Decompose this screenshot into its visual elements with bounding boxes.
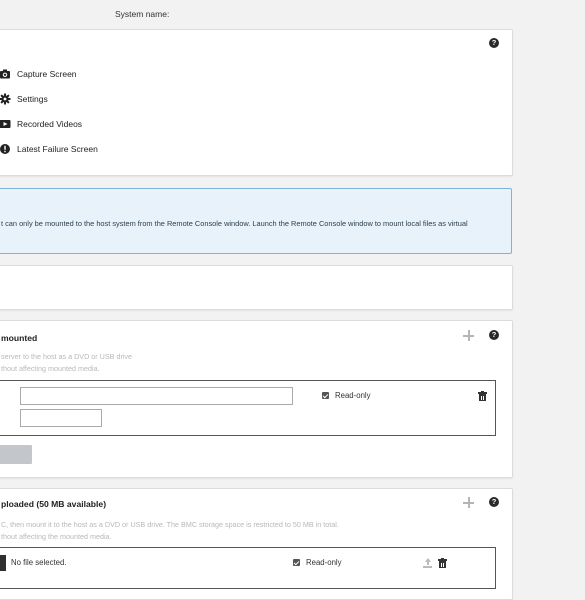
recorded-videos-label: Recorded Videos [17, 119, 83, 129]
mounted-panel-description-line1: server to the host as a DVD or USB drive [1, 352, 133, 361]
media-url-input[interactable] [20, 387, 293, 405]
help-icon[interactable]: ? [489, 330, 499, 340]
add-icon[interactable] [463, 497, 474, 508]
mounted-panel-title: mounted [1, 333, 38, 343]
media-secondary-input[interactable] [20, 409, 102, 427]
upload-icon[interactable] [423, 558, 432, 568]
file-status-text: No file selected. [11, 558, 67, 567]
mounted-panel-description-line2: thout affecting mounted media. [1, 364, 100, 373]
uploaded-panel-description-line2: thout affecting the mounted media. [1, 532, 112, 541]
latest-failure-screen-action[interactable]: Latest Failure Screen [0, 142, 98, 156]
choose-file-button[interactable] [0, 555, 6, 571]
gear-icon [0, 93, 11, 105]
info-message-box: t can only be mounted to the host system… [0, 188, 512, 254]
uploaded-panel-title: ploaded (50 MB available) [1, 499, 107, 509]
alert-icon [0, 143, 11, 155]
empty-panel [0, 265, 513, 310]
capture-screen-action[interactable]: Capture Screen [0, 67, 77, 81]
media-row: Read-only [0, 380, 496, 436]
trash-icon[interactable] [478, 391, 487, 401]
settings-action[interactable]: Settings [0, 92, 48, 106]
add-icon[interactable] [463, 330, 474, 341]
help-icon[interactable]: ? [489, 38, 499, 48]
video-icon [0, 118, 11, 130]
upload-row: No file selected. Read-only [0, 547, 496, 589]
latest-failure-screen-label: Latest Failure Screen [17, 144, 98, 154]
uploaded-panel-description-line1: C, then mount it to the host as a DVD or… [1, 520, 339, 529]
help-icon[interactable]: ? [489, 497, 499, 507]
mount-button[interactable] [0, 445, 32, 464]
settings-label: Settings [17, 94, 48, 104]
remote-control-actions-panel: ? Capture Screen Settings Recorded Video… [0, 29, 513, 176]
readonly-label: Read-only [306, 558, 342, 567]
readonly-checkbox[interactable] [293, 559, 300, 566]
capture-screen-label: Capture Screen [17, 69, 77, 79]
readonly-checkbox[interactable] [322, 392, 329, 399]
recorded-videos-action[interactable]: Recorded Videos [0, 117, 82, 131]
trash-icon[interactable] [438, 558, 447, 568]
readonly-label: Read-only [335, 391, 371, 400]
mount-remote-media-panel: mounted ? server to the host as a DVD or… [0, 320, 513, 478]
system-name-label: System name: [115, 9, 170, 19]
camera-icon [0, 68, 11, 80]
upload-media-panel: ploaded (50 MB available) ? C, then moun… [0, 488, 513, 600]
info-message-text: t can only be mounted to the host system… [1, 219, 468, 228]
